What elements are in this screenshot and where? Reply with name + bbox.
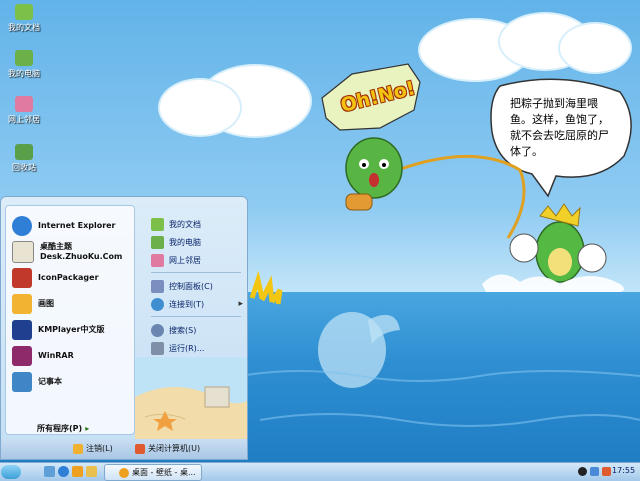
menu-item-notepad[interactable]: 记事本 (12, 370, 132, 394)
menu-item-my-computer[interactable]: 我的电脑 (151, 233, 243, 251)
white-friend (509, 233, 539, 263)
internet-explorer-icon (12, 216, 32, 236)
shutdown-button[interactable]: 关闭计算机(U) (135, 443, 200, 454)
desktop-icon-my-documents[interactable]: 我的文档 (4, 4, 44, 33)
taskbar-window-label: 桌面 - 壁纸 - 桌... (132, 468, 196, 477)
menu-item-control-panel[interactable]: 控制面板(C) (151, 277, 243, 295)
connect-to-icon (151, 297, 164, 311)
taskbar-clock[interactable]: 17:55 (612, 466, 635, 475)
network-icon (151, 253, 164, 267)
desktop-icon-network-places[interactable]: 网上邻居 (4, 96, 44, 125)
waves (239, 370, 640, 382)
logoff-icon (73, 443, 83, 454)
fishing-line (381, 154, 526, 239)
start-menu: Internet Explorer 桌酷主题 Desk.ZhuoKu.Com I… (0, 196, 248, 460)
menu-item-label: KMPlayer中文版 (38, 325, 105, 334)
menu-item-winrar[interactable]: WinRAR (12, 344, 132, 368)
menu-separator (151, 272, 241, 273)
zhuoku-theme-icon (12, 241, 34, 263)
menu-item-kmplayer[interactable]: KMPlayer中文版 (12, 318, 132, 342)
power-icon (135, 443, 145, 454)
notepad-icon (12, 372, 32, 392)
run-icon (151, 341, 164, 355)
network-places-icon (15, 96, 33, 112)
menu-item-label: 网上邻居 (169, 255, 201, 265)
quicklaunch-media-icon[interactable] (72, 466, 83, 477)
volume-icon[interactable] (602, 467, 611, 476)
menu-item-internet-explorer[interactable]: Internet Explorer (12, 214, 132, 238)
shutdown-label: 关闭计算机(U) (148, 444, 201, 453)
iconpackager-icon (12, 268, 32, 288)
all-programs-label: 所有程序(P) (37, 424, 83, 433)
menu-item-my-documents[interactable]: 我的文档 (151, 215, 243, 233)
pinned-programs-panel: Internet Explorer 桌酷主题 Desk.ZhuoKu.Com I… (5, 205, 135, 435)
menu-item-label: 我的电脑 (169, 237, 201, 247)
taskbar-window-button[interactable]: 桌面 - 壁纸 - 桌... (104, 464, 202, 481)
desktop-icon-label: 我的文档 (8, 23, 40, 32)
qq-icon[interactable] (578, 467, 587, 476)
quicklaunch-show-desktop-icon[interactable] (44, 466, 55, 477)
zongzi-character (345, 137, 403, 199)
start-menu-footer: 注销(L) 关闭计算机(U) (1, 439, 247, 459)
quicklaunch-ie-icon[interactable] (58, 466, 69, 477)
taskbar: 桌面 - 壁纸 - 桌... 17:55 (0, 462, 640, 481)
start-button[interactable] (1, 465, 21, 479)
speech-bubble-text: 把粽子抛到海里喂鱼。这样，鱼饱了，就不会去吃屈原的尸体了。 (510, 97, 609, 158)
logoff-label: 注销(L) (86, 444, 113, 453)
menu-item-run[interactable]: 运行(R)... (151, 339, 243, 357)
my-documents-icon (151, 217, 164, 231)
computer-icon (15, 50, 33, 66)
menu-item-paint[interactable]: 画图 (12, 292, 132, 316)
menu-item-label: WinRAR (38, 351, 74, 360)
menu-item-connect-to[interactable]: 连接到(T) ▸ (151, 295, 243, 313)
menu-item-label: 画图 (38, 299, 54, 308)
menu-item-label: 连接到(T) (169, 299, 205, 309)
recycle-bin-icon (15, 144, 33, 160)
menu-item-search[interactable]: 搜索(S) (151, 321, 243, 339)
menu-item-zhuoku-theme[interactable]: 桌酷主题 Desk.ZhuoKu.Com (12, 240, 132, 264)
desktop-icon-recycle-bin[interactable]: 回收站 (4, 144, 44, 173)
paint-icon (12, 294, 32, 314)
white-friend (577, 243, 607, 273)
menu-item-iconpackager[interactable]: IconPackager (12, 266, 132, 290)
all-programs-button[interactable]: 所有程序(P) ▸ (37, 423, 89, 434)
places-panel: 我的文档 我的电脑 网上邻居 控制面板(C) 连接到(T) ▸ 搜索(S) 运行… (141, 205, 245, 355)
quicklaunch-folder-icon[interactable] (86, 466, 97, 477)
kmplayer-icon (12, 320, 32, 340)
menu-item-label: 搜索(S) (169, 325, 197, 335)
submenu-arrow-icon: ▸ (238, 299, 243, 309)
menu-item-label: Internet Explorer (38, 221, 116, 230)
menu-separator (151, 316, 241, 317)
winrar-icon (12, 346, 32, 366)
arrow-right-icon: ▸ (85, 424, 90, 433)
menu-item-label: 桌酷主题 Desk.ZhuoKu.Com (40, 242, 123, 261)
control-panel-icon (151, 279, 164, 293)
menu-item-label: 我的文档 (169, 219, 201, 229)
search-icon (151, 323, 164, 337)
menu-item-network[interactable]: 网上邻居 (151, 251, 243, 269)
network-tray-icon[interactable] (590, 467, 599, 476)
menu-beach-artwork (135, 357, 247, 439)
menu-item-label: IconPackager (38, 273, 99, 282)
menu-item-label: 控制面板(C) (169, 281, 213, 291)
folder-documents-icon (15, 4, 33, 20)
menu-item-label: 运行(R)... (169, 343, 205, 353)
browser-icon (119, 467, 129, 478)
menu-item-label: 记事本 (38, 377, 62, 386)
my-computer-icon (151, 235, 164, 249)
desktop-icon-label: 回收站 (12, 163, 36, 172)
yellow-marks (249, 270, 283, 305)
logoff-button[interactable]: 注销(L) (73, 443, 113, 454)
desktop-icon-label: 网上邻居 (8, 115, 40, 124)
desktop-icon-label: 我的电脑 (8, 69, 40, 78)
desktop-icon-my-computer[interactable]: 我的电脑 (4, 50, 44, 79)
